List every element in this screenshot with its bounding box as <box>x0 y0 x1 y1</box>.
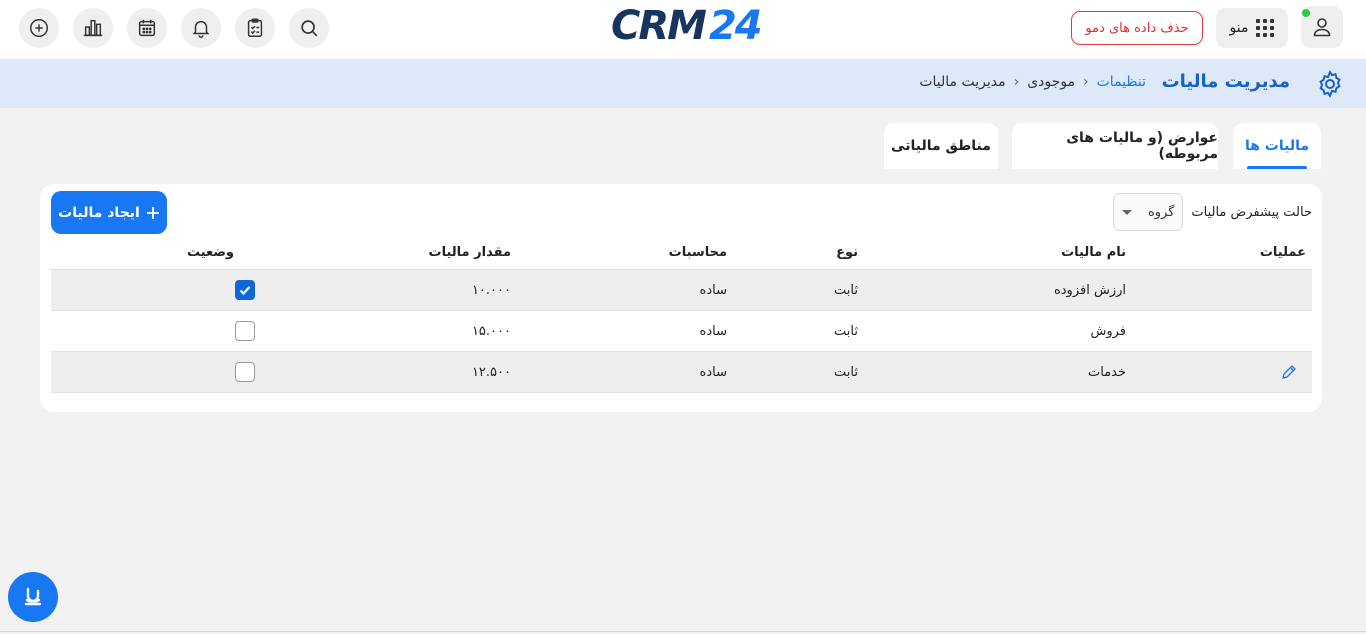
default-tax-mode-value: گروه <box>1147 204 1175 220</box>
tax-name: فروش <box>1090 323 1126 339</box>
bell-icon <box>192 20 210 38</box>
breadcrumb: تنظیمات ‹ موجودی ‹ مدیریت مالیات <box>919 74 1146 90</box>
check-icon <box>239 286 251 296</box>
tax-name: خدمات <box>1087 364 1126 380</box>
default-tax-mode-label: حالت پیشفرض مالیات <box>1191 204 1312 220</box>
tab-duties-label: عوارض (و مالیات های مربوطه) <box>1066 130 1218 162</box>
bottom-divider <box>0 631 1366 632</box>
add-icon <box>30 19 48 37</box>
search-icon <box>301 20 318 37</box>
tax-amount: ۱۵.۰۰۰ <box>471 323 511 339</box>
tab-taxes-label: مالیات ها <box>1244 138 1310 154</box>
table-row[interactable]: خدمات ثابت ساده ۱۲.۵۰۰ <box>51 352 1312 393</box>
clipboard-icon <box>247 18 263 37</box>
add-button[interactable] <box>19 8 59 48</box>
create-tax-button[interactable]: ایجاد مالیات <box>51 191 167 234</box>
table-header: عملیات نام مالیات نوع محاسبات مقدار مالی… <box>51 236 1312 270</box>
tasks-button[interactable] <box>235 8 275 48</box>
col-operations: عملیات <box>1259 245 1306 260</box>
chevron-left-icon: ‹ <box>1013 74 1020 90</box>
plus-icon <box>146 206 159 219</box>
calendar-button[interactable] <box>127 8 167 48</box>
col-status: وضعیت <box>186 245 234 260</box>
edit-pencil-icon[interactable] <box>1280 363 1298 381</box>
table-row[interactable]: فروش ثابت ساده ۱۵.۰۰۰ <box>51 311 1312 352</box>
status-checkbox[interactable] <box>235 280 255 300</box>
taxes-card: ایجاد مالیات حالت پیشفرض مالیات گروه عمل… <box>40 184 1322 412</box>
menu-button[interactable]: منو <box>1216 8 1288 48</box>
caret-down-icon <box>1122 209 1133 215</box>
col-calculation: محاسبات <box>668 245 727 260</box>
breadcrumb-current: مدیریت مالیات <box>919 74 1006 90</box>
breadcrumb-inventory-link[interactable]: موجودی <box>1027 74 1075 90</box>
calendar-icon <box>138 19 156 37</box>
status-checkbox[interactable] <box>235 362 255 382</box>
tax-type: ثابت <box>834 282 858 298</box>
tax-name: ارزش افزوده <box>1053 282 1126 298</box>
logo-text-crm: CRM <box>611 3 707 49</box>
tab-taxes[interactable]: مالیات ها <box>1233 123 1321 169</box>
gear-icon <box>1319 69 1341 99</box>
taxes-table: عملیات نام مالیات نوع محاسبات مقدار مالی… <box>51 236 1312 393</box>
tax-amount: ۱۲.۵۰۰ <box>471 364 511 380</box>
create-tax-label: ایجاد مالیات <box>58 204 140 221</box>
apps-grid-icon <box>1256 19 1275 37</box>
breadcrumb-settings-link[interactable]: تنظیمات <box>1097 74 1146 90</box>
reports-button[interactable] <box>73 8 113 48</box>
tax-amount: ۱۰.۰۰۰ <box>471 282 511 298</box>
tab-duties[interactable]: عوارض (و مالیات های مربوطه) <box>1012 123 1218 169</box>
chart-icon <box>83 19 103 37</box>
top-header: CRM 24 حذف داده های دمو منو <box>0 0 1366 60</box>
table-row[interactable]: ارزش افزوده ثابت ساده ۱۰.۰۰۰ <box>51 270 1312 311</box>
tax-type: ثابت <box>834 364 858 380</box>
tax-calculation: ساده <box>699 364 727 380</box>
notifications-button[interactable] <box>181 8 221 48</box>
tab-tax-regions-label: مناطق مالیاتی <box>891 138 991 154</box>
menu-label: منو <box>1229 20 1249 36</box>
online-status-dot <box>1302 9 1310 17</box>
breadcrumb-bar: مدیریت مالیات تنظیمات ‹ موجودی ‹ مدیریت … <box>0 59 1366 108</box>
page-title: مدیریت مالیات <box>1161 71 1290 92</box>
logo-text-24: 24 <box>708 3 763 49</box>
chat-bot-icon <box>24 587 42 606</box>
user-icon <box>1313 18 1331 37</box>
active-tab-indicator <box>1247 166 1307 169</box>
default-tax-mode-select[interactable]: گروه <box>1113 193 1184 231</box>
col-tax-amount: مقدار مالیات <box>428 245 511 260</box>
default-tax-mode: حالت پیشفرض مالیات گروه <box>1113 193 1312 231</box>
tax-calculation: ساده <box>699 282 727 298</box>
delete-demo-data-button[interactable]: حذف داده های دمو <box>1071 11 1203 45</box>
col-type: نوع <box>836 245 858 260</box>
crm24-logo[interactable]: CRM 24 <box>611 3 763 49</box>
support-chat-button[interactable] <box>8 572 58 622</box>
tax-type: ثابت <box>834 323 858 339</box>
col-tax-name: نام مالیات <box>1061 245 1126 260</box>
chevron-left-icon: ‹ <box>1083 74 1089 90</box>
tax-calculation: ساده <box>699 323 727 339</box>
tab-tax-regions[interactable]: مناطق مالیاتی <box>884 123 998 169</box>
search-button[interactable] <box>289 8 329 48</box>
status-checkbox[interactable] <box>235 321 255 341</box>
